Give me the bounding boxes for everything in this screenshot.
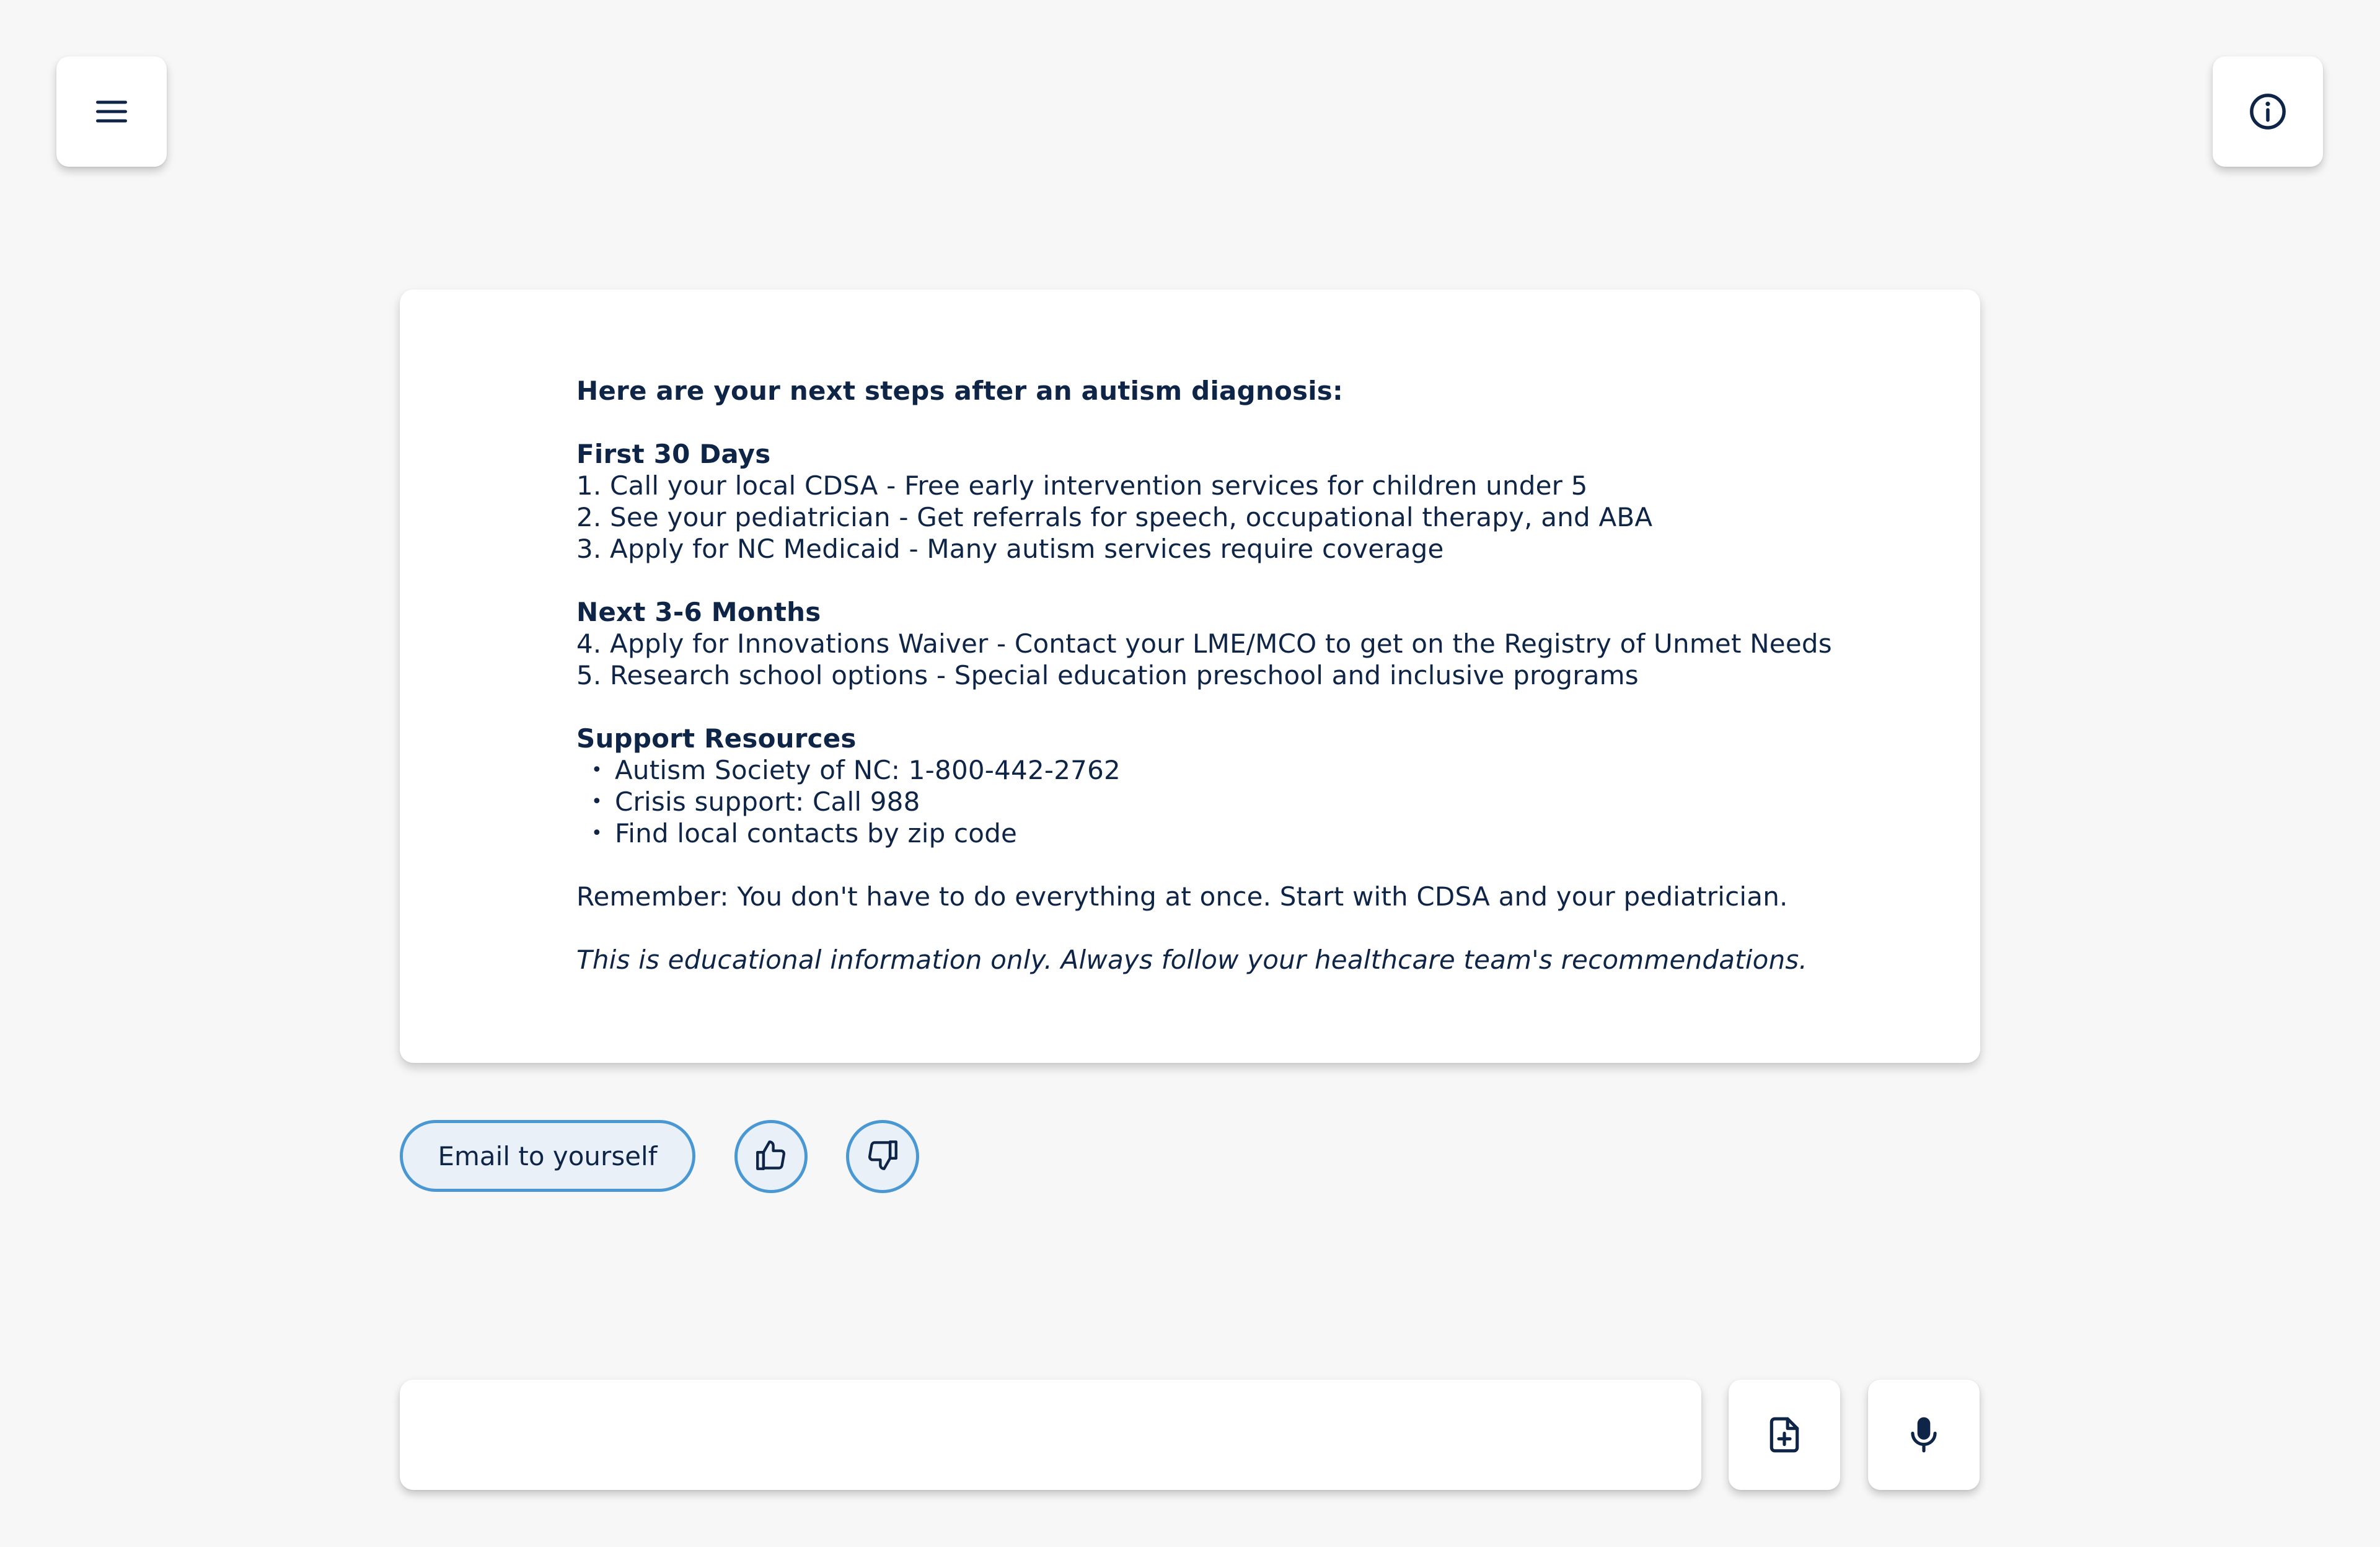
bullet-item: • Crisis support: Call 988 — [576, 786, 1980, 818]
thumbs-down-button[interactable] — [846, 1120, 919, 1193]
section-title-support-resources: Support Resources — [576, 723, 857, 754]
bullet-dot-icon: • — [591, 759, 602, 781]
reminder-text: Remember: You don't have to do everythin… — [576, 881, 1788, 912]
hamburger-menu-icon — [93, 93, 130, 130]
section-title-next-3-6-months: Next 3-6 Months — [576, 597, 821, 627]
bullet-dot-icon: • — [591, 791, 602, 813]
bullet-text: Crisis support: Call 988 — [615, 787, 920, 817]
thumbs-up-button[interactable] — [734, 1120, 808, 1193]
list-item: 5. Research school options - Special edu… — [576, 660, 1639, 690]
response-card: Here are your next steps after an autism… — [400, 289, 1980, 1063]
microphone-button[interactable] — [1868, 1380, 1980, 1490]
section-title-first-30-days: First 30 Days — [576, 439, 771, 469]
bullet-item: • Autism Society of NC: 1-800-442-2762 — [576, 754, 1980, 786]
email-to-yourself-button[interactable]: Email to yourself — [400, 1120, 695, 1192]
menu-button[interactable] — [56, 56, 167, 167]
info-circle-icon — [2247, 91, 2288, 132]
bullet-text: Find local contacts by zip code — [615, 818, 1018, 848]
info-button[interactable] — [2213, 56, 2323, 167]
file-plus-icon — [1765, 1416, 1804, 1454]
response-intro: Here are your next steps after an autism… — [576, 376, 1343, 406]
chat-input[interactable] — [400, 1380, 1701, 1490]
bullet-item: • Find local contacts by zip code — [576, 818, 1980, 849]
thumbs-up-icon — [753, 1137, 789, 1176]
list-item: 3. Apply for NC Medicaid - Many autism s… — [576, 534, 1444, 564]
microphone-icon — [1905, 1416, 1943, 1454]
list-item: 2. See your pediatrician - Get referrals… — [576, 502, 1653, 532]
list-item: 4. Apply for Innovations Waiver - Contac… — [576, 628, 1832, 659]
disclaimer-text: This is educational information only. Al… — [576, 945, 1808, 975]
list-item: 1. Call your local CDSA - Free early int… — [576, 470, 1588, 501]
thumbs-down-icon — [865, 1137, 901, 1176]
bullet-text: Autism Society of NC: 1-800-442-2762 — [615, 755, 1121, 785]
chat-input-container — [400, 1380, 1701, 1490]
attach-file-button[interactable] — [1729, 1380, 1840, 1490]
bullet-dot-icon: • — [591, 822, 602, 844]
